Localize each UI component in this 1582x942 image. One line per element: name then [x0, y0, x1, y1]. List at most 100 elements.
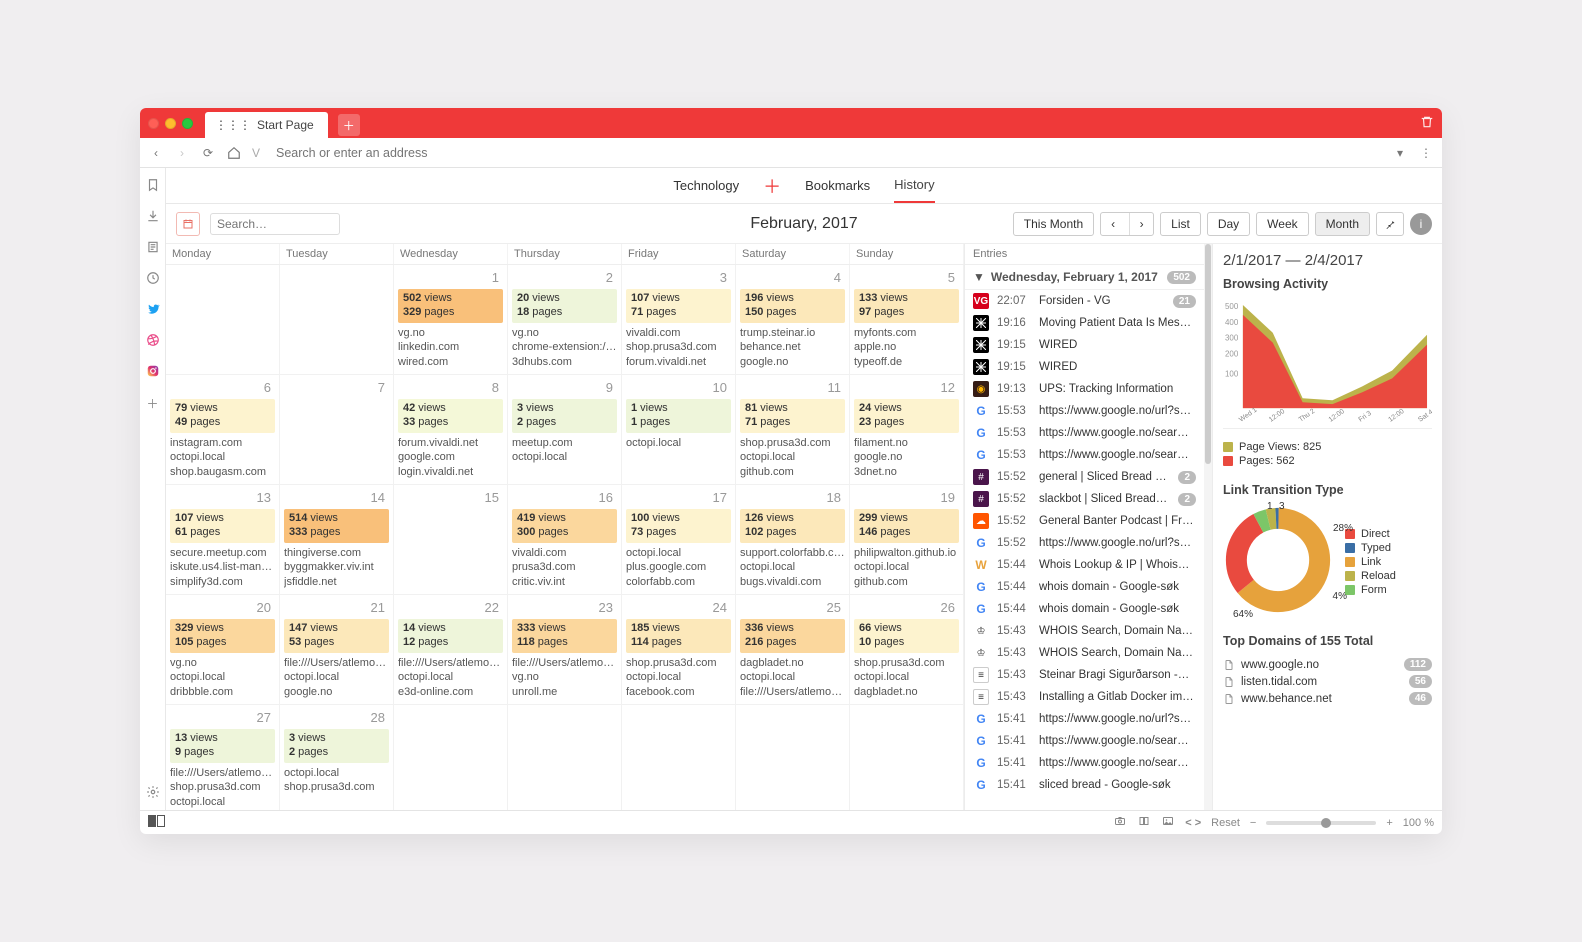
reload-button[interactable]: ⟳ [200, 146, 216, 160]
twitter-icon[interactable] [146, 302, 160, 319]
calendar-cell[interactable]: 13107 views61 pagessecure.meetup.comisku… [166, 485, 280, 595]
calendar-cell[interactable]: 25336 views216 pagesdagbladet.nooctopi.l… [736, 595, 850, 705]
image-icon[interactable] [1161, 815, 1175, 830]
notes-icon[interactable] [146, 240, 160, 257]
calendar-cell[interactable]: 679 views49 pagesinstagram.comoctopi.loc… [166, 375, 280, 485]
forward-button[interactable]: › [174, 146, 190, 160]
trash-icon[interactable] [1420, 115, 1434, 132]
download-icon[interactable] [146, 209, 160, 226]
calendar-cell[interactable] [622, 705, 736, 810]
calendar-cell[interactable]: 101 views1 pagesoctopi.local [622, 375, 736, 485]
settings-icon[interactable] [146, 785, 160, 802]
calendar-cell[interactable] [394, 705, 508, 810]
address-bar[interactable] [270, 142, 1382, 164]
nav-history[interactable]: History [894, 168, 934, 203]
capture-icon[interactable] [1113, 815, 1127, 830]
history-entry[interactable]: G15:44whois domain - Google-søk [965, 576, 1204, 598]
history-entry[interactable]: #15:52general | Sliced Bread Sla…2 [965, 466, 1204, 488]
entries-scrollbar[interactable] [1204, 244, 1212, 810]
history-entry[interactable]: 19:15WIRED [965, 334, 1204, 356]
calendar-cell[interactable]: 20329 views105 pagesvg.nooctopi.localdri… [166, 595, 280, 705]
calendar-cell[interactable]: 16419 views300 pagesvivaldi.comprusa3d.c… [508, 485, 622, 595]
tile-icon[interactable] [1137, 815, 1151, 830]
history-entry[interactable]: G15:53https://www.google.no/url?s… [965, 400, 1204, 422]
calendar-cell[interactable]: 220 views18 pagesvg.nochrome-extension:/… [508, 265, 622, 375]
calendar-cell[interactable] [280, 265, 394, 375]
history-entry[interactable]: ♔15:43WHOIS Search, Domain Na… [965, 620, 1204, 642]
dribbble-icon[interactable] [146, 333, 160, 350]
zoom-window[interactable] [182, 118, 193, 129]
new-tab-button[interactable]: ＋ [338, 114, 360, 136]
calendar-cell[interactable]: 14514 views333 pagesthingiverse.combyggm… [280, 485, 394, 595]
history-entry[interactable]: ≡15:43Installing a Gitlab Docker im… [965, 686, 1204, 708]
nav-technology[interactable]: Technology [673, 169, 739, 202]
calendar-cell[interactable]: 283 views2 pagesoctopi.localshop.prusa3d… [280, 705, 394, 810]
calendar-cell[interactable]: 2713 views9 pagesfile:///Users/atlemo/D…… [166, 705, 280, 810]
instagram-icon[interactable] [146, 364, 160, 381]
history-entry[interactable]: #15:52slackbot | Sliced Bread S…2 [965, 488, 1204, 510]
calendar-cell[interactable]: 2666 views10 pagesshop.prusa3d.comoctopi… [850, 595, 964, 705]
menu-button[interactable]: ⋮ [1418, 146, 1434, 160]
calendar-cell[interactable] [508, 705, 622, 810]
calendar-cell[interactable]: 1502 views329 pagesvg.nolinkedin.comwire… [394, 265, 508, 375]
history-entry[interactable]: 19:15WIRED [965, 356, 1204, 378]
calendar-cell[interactable]: 3107 views71 pagesvivaldi.comshop.prusa3… [622, 265, 736, 375]
add-panel-icon[interactable]: ＋ [146, 395, 158, 412]
this-month-button[interactable]: This Month [1013, 212, 1094, 236]
top-domain-row[interactable]: www.google.no112 [1223, 656, 1432, 673]
calendar-cell[interactable]: 1224 views23 pagesfilament.nogoogle.no3d… [850, 375, 964, 485]
bookmark-icon[interactable] [146, 178, 160, 195]
tab-start-page[interactable]: ⋮⋮⋮ Start Page [205, 112, 328, 138]
calendar-cell[interactable]: 15 [394, 485, 508, 595]
pin-button[interactable] [1376, 212, 1404, 236]
calendar-cell[interactable]: 18126 views102 pagessupport.colorfabb.co… [736, 485, 850, 595]
zoom-reset[interactable]: Reset [1211, 817, 1240, 829]
calendar-cell[interactable]: 23333 views118 pagesfile:///Users/atlemo… [508, 595, 622, 705]
calendar-cell[interactable]: 1181 views71 pagesshop.prusa3d.comoctopi… [736, 375, 850, 485]
history-entry[interactable]: W15:44Whois Lookup & IP | Whois… [965, 554, 1204, 576]
prev-month-button[interactable]: ‹ [1101, 213, 1125, 235]
calendar-cell[interactable]: 19299 views146 pagesphilipwalton.github.… [850, 485, 964, 595]
dropdown-icon[interactable]: ▾ [1392, 146, 1408, 160]
history-entry[interactable]: G15:41https://www.google.no/url?s… [965, 708, 1204, 730]
calendar-cell[interactable] [736, 705, 850, 810]
calendar-cell[interactable]: 21147 views53 pagesfile:///Users/atlemo/… [280, 595, 394, 705]
panel-toggle-icon[interactable] [148, 815, 165, 830]
view-month[interactable]: Month [1315, 212, 1370, 236]
history-entry[interactable]: G15:41https://www.google.no/sear… [965, 730, 1204, 752]
calendar-cell[interactable]: 17100 views73 pagesoctopi.localplus.goog… [622, 485, 736, 595]
history-entry[interactable]: G15:52https://www.google.no/url?s… [965, 532, 1204, 554]
home-button[interactable] [226, 146, 242, 160]
calendar-cell[interactable]: 7 [280, 375, 394, 485]
view-list[interactable]: List [1160, 212, 1201, 236]
minimize-window[interactable] [165, 118, 176, 129]
history-entry[interactable]: G15:53https://www.google.no/sear… [965, 444, 1204, 466]
history-entry[interactable]: 19:16Moving Patient Data Is Mes… [965, 312, 1204, 334]
info-button[interactable]: i [1410, 213, 1432, 235]
calendar-cell[interactable]: 4196 views150 pagestrump.steinar.iobehan… [736, 265, 850, 375]
history-entry[interactable]: G15:44whois domain - Google-søk [965, 598, 1204, 620]
entries-day-header[interactable]: ▼ Wednesday, February 1, 2017 502 [965, 265, 1204, 290]
zoom-out[interactable]: − [1250, 817, 1256, 829]
nav-bookmarks[interactable]: Bookmarks [805, 169, 870, 202]
back-button[interactable]: ‹ [148, 146, 164, 160]
history-icon[interactable] [146, 271, 160, 288]
history-entry[interactable]: G15:53https://www.google.no/sear… [965, 422, 1204, 444]
add-speed-dial-icon[interactable]: ＋ [763, 173, 781, 199]
view-day[interactable]: Day [1207, 212, 1250, 236]
history-entry[interactable]: VG22:07Forsiden - VG21 [965, 290, 1204, 312]
top-domain-row[interactable]: listen.tidal.com56 [1223, 673, 1432, 690]
calendar-cell[interactable]: 842 views33 pagesforum.vivaldi.netgoogle… [394, 375, 508, 485]
history-entry[interactable]: ♔15:43WHOIS Search, Domain Na… [965, 642, 1204, 664]
view-week[interactable]: Week [1256, 212, 1308, 236]
zoom-slider[interactable] [1266, 821, 1376, 825]
calendar-cell[interactable]: 2214 views12 pagesfile:///Users/atlemo/D… [394, 595, 508, 705]
next-month-button[interactable]: › [1129, 213, 1153, 235]
history-entry[interactable]: G15:41https://www.google.no/sear… [965, 752, 1204, 774]
top-domain-row[interactable]: www.behance.net46 [1223, 690, 1432, 707]
close-window[interactable] [148, 118, 159, 129]
calendar-cell[interactable] [166, 265, 280, 375]
history-entry[interactable]: ◉19:13UPS: Tracking Information [965, 378, 1204, 400]
calendar-cell[interactable]: 93 views2 pagesmeetup.comoctopi.local [508, 375, 622, 485]
zoom-in[interactable]: + [1386, 817, 1392, 829]
